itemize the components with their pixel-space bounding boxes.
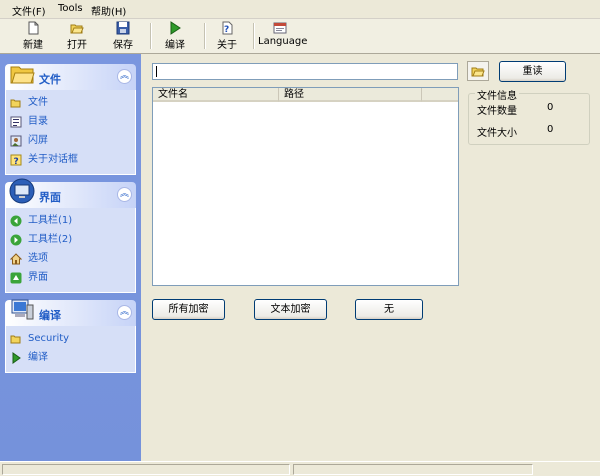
toolbar: 新建 打开 保存 编译 ? 关于 Language [0,19,600,54]
sidebar-item-toolbar-2[interactable]: 工具栏(2) [6,231,135,250]
sidebar-item-label: 编译 [28,352,48,363]
panel-title: 界面 [39,191,61,204]
panel-body: 工具栏(1) 工具栏(2) 选项 界面 [5,208,136,293]
open-button[interactable]: 打开 [64,21,90,51]
status-pane-1 [2,464,290,475]
about-button[interactable]: ? 关于 [214,21,240,51]
file-size-value: 0 [547,124,554,135]
menu-tools[interactable]: Tools [58,3,83,14]
menu-file[interactable]: 文件(F) [12,3,46,18]
reload-button[interactable]: 重读 [499,61,566,82]
house-icon [10,253,22,265]
panel-header[interactable]: 界面 ︽ [5,178,136,208]
panel-header[interactable]: 编译 ︽ [5,299,136,326]
folder-icon [10,66,35,84]
file-list[interactable]: 文件名 路径 [152,87,459,286]
panel-title: 编译 [39,309,61,322]
play-icon [12,352,21,364]
sidebar-item-label: 界面 [28,272,48,283]
sidebar-item-label: 工具栏(2) [28,234,73,245]
collapse-chevron-icon[interactable]: ︽ [117,69,132,84]
sidebar-item-security[interactable]: Security [6,330,135,349]
new-button[interactable]: 新建 [20,21,46,51]
column-header-extra[interactable] [422,88,458,102]
compile-label: 编译 [165,40,185,51]
green-arrow-left-icon [10,215,22,227]
toolbar-separator [204,23,206,49]
sidebar: 文件 ︽ 文件 目录 闪屏 ? 关于对话框 界面 ︽ 工具栏(1) 工具栏(2)… [0,54,141,461]
text-caret [156,66,157,77]
column-header-filename[interactable]: 文件名 [153,88,279,102]
file-count-label: 文件数量 [477,106,517,117]
save-disk-icon [116,21,130,35]
save-button[interactable]: 保存 [110,21,136,51]
sidebar-item-label: 闪屏 [28,135,48,146]
open-folder-icon [471,67,485,77]
open-folder-icon [70,24,84,34]
open-folder-icon [10,99,21,108]
file-size-label: 文件大小 [477,128,517,139]
column-header-path[interactable]: 路径 [279,88,422,102]
about-label: 关于 [217,40,237,51]
panel-body: 文件 目录 闪屏 ? 关于对话框 [5,90,136,175]
sidebar-item-about-dialog[interactable]: ? 关于对话框 [6,151,135,170]
encrypt-all-button[interactable]: 所有加密 [152,299,225,320]
sidebar-item-interface[interactable]: 界面 [6,269,135,288]
list-icon [10,116,22,128]
language-button[interactable]: Language [258,21,308,51]
encrypt-text-button[interactable]: 文本加密 [254,299,327,320]
sidebar-item-options[interactable]: 选项 [6,250,135,269]
compile-button[interactable]: 编译 [162,21,188,51]
new-label: 新建 [23,40,43,51]
file-info-legend: 文件信息 [475,87,519,102]
collapse-chevron-icon[interactable]: ︽ [117,187,132,202]
green-arrow-right-icon [10,234,22,246]
open-folder-icon [10,335,21,344]
sidebar-item-label: 目录 [28,116,48,127]
sidebar-panel-interface: 界面 ︽ 工具栏(1) 工具栏(2) 选项 界面 [5,178,136,293]
sidebar-item-label: 工具栏(1) [28,215,73,226]
menu-help[interactable]: 帮助(H) [91,3,126,18]
none-button[interactable]: 无 [355,299,423,320]
path-input[interactable] [152,63,458,80]
toolbar-separator [150,23,152,49]
sidebar-panel-file: 文件 ︽ 文件 目录 闪屏 ? 关于对话框 [5,64,136,175]
sidebar-item-label: 关于对话框 [28,154,78,165]
language-window-icon [273,22,287,34]
status-bar [0,461,600,476]
panel-body: Security 编译 [5,326,136,373]
green-arrow-up-icon [10,272,22,284]
play-icon [170,21,181,35]
panel-header[interactable]: 文件 ︽ [5,64,136,90]
sidebar-item-splash[interactable]: 闪屏 [6,132,135,151]
sidebar-item-label: 文件 [28,97,48,108]
status-pane-2 [293,464,533,475]
sidebar-panel-compile: 编译 ︽ Security 编译 [5,299,136,373]
help-icon: ? [222,21,233,35]
menu-bar: 文件(F) Tools 帮助(H) [0,0,600,19]
image-icon [10,135,22,147]
sidebar-item-toolbar-1[interactable]: 工具栏(1) [6,212,135,231]
language-label: Language [258,36,308,47]
file-count-value: 0 [547,102,554,113]
sidebar-item-directory[interactable]: 目录 [6,113,135,132]
svg-text:?: ? [224,25,229,35]
panel-title: 文件 [39,73,61,86]
svg-text:?: ? [14,157,19,166]
monitor-icon [9,178,35,204]
save-label: 保存 [113,40,133,51]
open-label: 打开 [67,40,87,51]
toolbar-separator [253,23,255,49]
computer-icon [11,299,34,320]
sidebar-item-label: Security [28,333,70,344]
sidebar-item-label: 选项 [28,253,48,264]
collapse-chevron-icon[interactable]: ︽ [117,305,132,320]
new-file-icon [28,21,39,35]
file-info-group: 文件信息 文件数量 0 文件大小 0 [468,87,590,145]
browse-button[interactable] [467,61,489,81]
help-icon: ? [10,154,22,166]
sidebar-item-compile[interactable]: 编译 [6,349,135,368]
sidebar-item-file[interactable]: 文件 [6,94,135,113]
